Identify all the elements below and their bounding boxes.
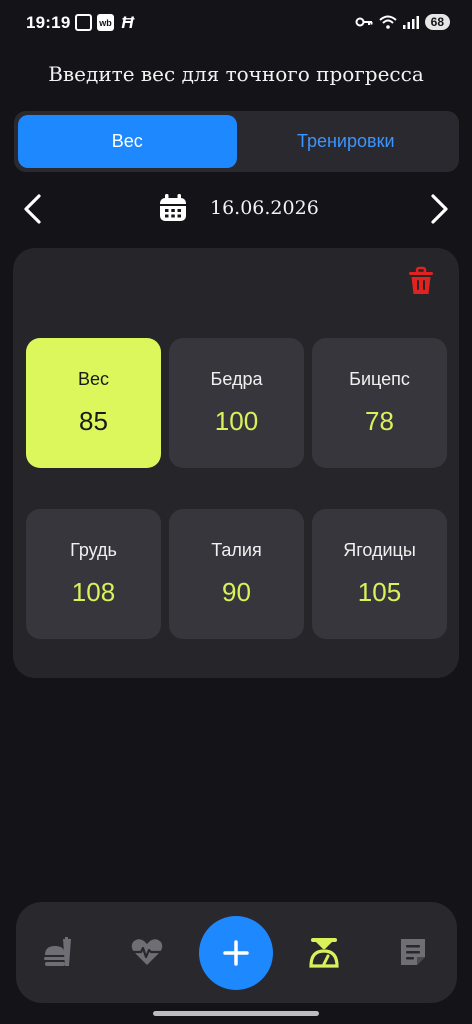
signal-icon [402, 15, 419, 29]
measurement-value: 105 [357, 577, 402, 607]
date-display[interactable]: 16.06.2026 [158, 193, 319, 223]
status-bar: 19:19 wb Ħ 68 [0, 0, 472, 46]
measurement-label: Бедра [210, 369, 263, 389]
measurement-value: 90 [222, 577, 251, 607]
tab-workouts[interactable]: Тренировки [237, 115, 456, 168]
food-icon[interactable] [41, 935, 75, 969]
notes-icon[interactable] [396, 935, 430, 969]
screen: 19:19 wb Ħ 68 Введите вес для точного пр… [0, 0, 472, 1024]
measurement-value: 100 [214, 406, 259, 436]
measurement-value: 108 [71, 577, 116, 607]
wifi-icon [378, 15, 397, 29]
add-button[interactable] [199, 916, 273, 990]
measurement-waist[interactable]: Талия 90 [169, 509, 304, 639]
page-title: Введите вес для точного прогресса [48, 62, 424, 86]
measurement-label: Вес [77, 369, 110, 389]
wb-app-icon: wb [97, 14, 114, 31]
measurements-card: Вес 85 Бедра 100 Бицепс 78 Грудь 108 Тал… [13, 248, 459, 678]
date-text: 16.06.2026 [210, 197, 319, 219]
vpn-key-icon [355, 17, 373, 27]
delete-icon[interactable] [407, 266, 435, 296]
measurement-value: 78 [365, 406, 394, 436]
measurements-grid: Вес 85 Бедра 100 Бицепс 78 Грудь 108 Тал… [26, 338, 447, 639]
measurement-biceps[interactable]: Бицепс 78 [312, 338, 447, 468]
segmented-tabs: Вес Тренировки [14, 111, 459, 172]
measurement-value: 85 [79, 406, 108, 436]
heart-pulse-icon[interactable] [130, 935, 164, 969]
home-indicator[interactable] [153, 1011, 319, 1016]
date-navigator: 16.06.2026 [0, 186, 472, 232]
calendar-icon [160, 194, 186, 221]
plus-icon [223, 940, 249, 966]
app-notification-icon: Ħ [121, 12, 134, 32]
measurement-label: Талия [211, 540, 262, 560]
scale-icon[interactable] [307, 935, 341, 969]
measurement-weight[interactable]: Вес 85 [26, 338, 161, 468]
measurement-label: Грудь [70, 540, 117, 560]
status-notification-icons: wb Ħ [75, 12, 136, 32]
measurement-hips[interactable]: Бедра 100 [169, 338, 304, 468]
tab-weight[interactable]: Вес [18, 115, 237, 168]
measurement-label: Бицепс [349, 369, 410, 389]
measurement-label: Ягодицы [343, 540, 416, 560]
status-time: 19:19 [26, 13, 71, 32]
measurement-chest[interactable]: Грудь 108 [26, 509, 161, 639]
previous-date-icon[interactable] [18, 192, 48, 226]
battery-indicator: 68 [424, 14, 450, 30]
measurement-glutes[interactable]: Ягодицы 105 [312, 509, 447, 639]
screenshot-icon [75, 14, 92, 31]
status-right-icons: 68 [355, 14, 450, 30]
next-date-icon[interactable] [424, 192, 454, 226]
bottom-nav [16, 902, 457, 1003]
